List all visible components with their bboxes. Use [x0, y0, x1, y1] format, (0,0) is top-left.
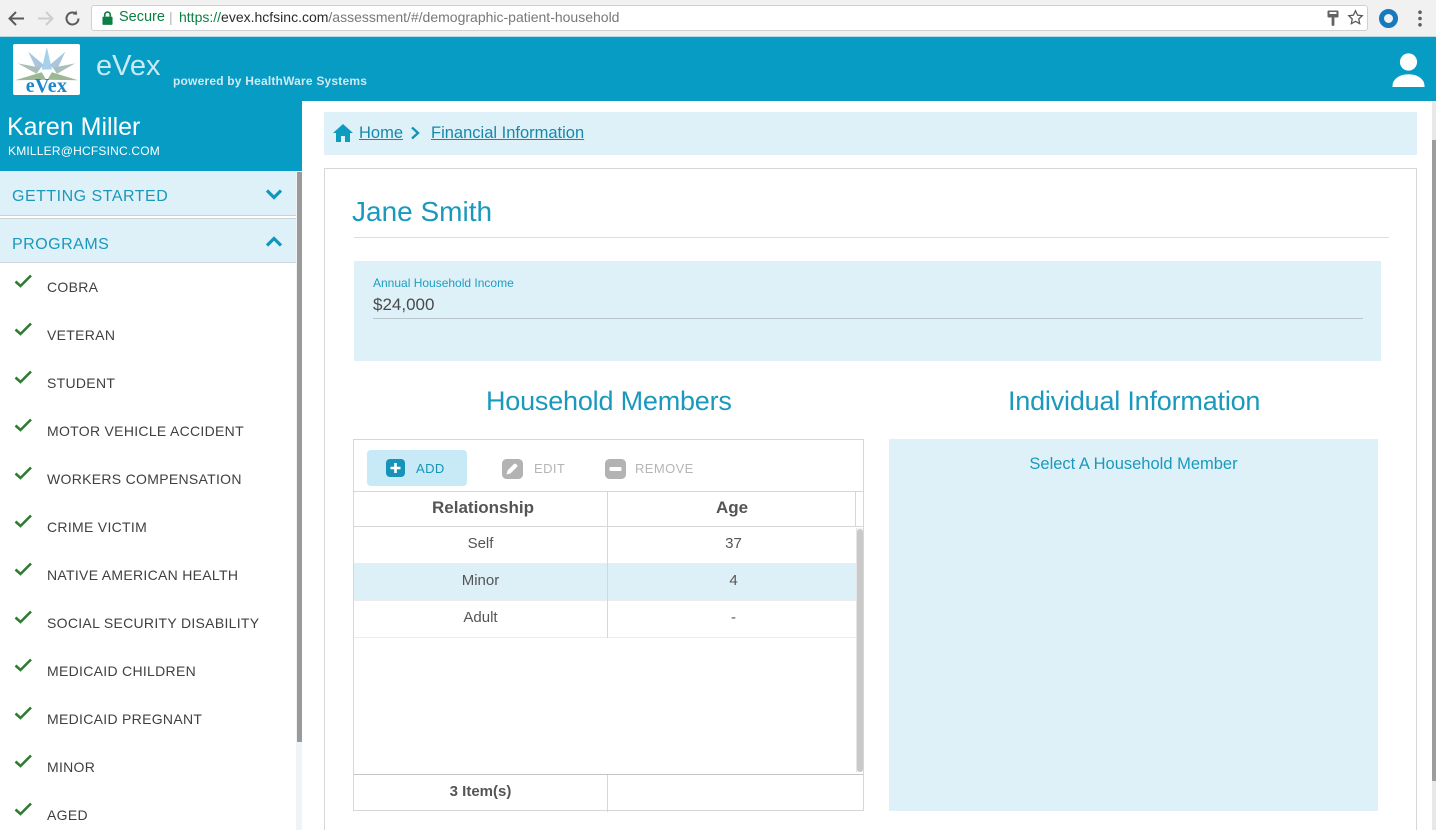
svg-text:eVex: eVex: [26, 75, 68, 95]
